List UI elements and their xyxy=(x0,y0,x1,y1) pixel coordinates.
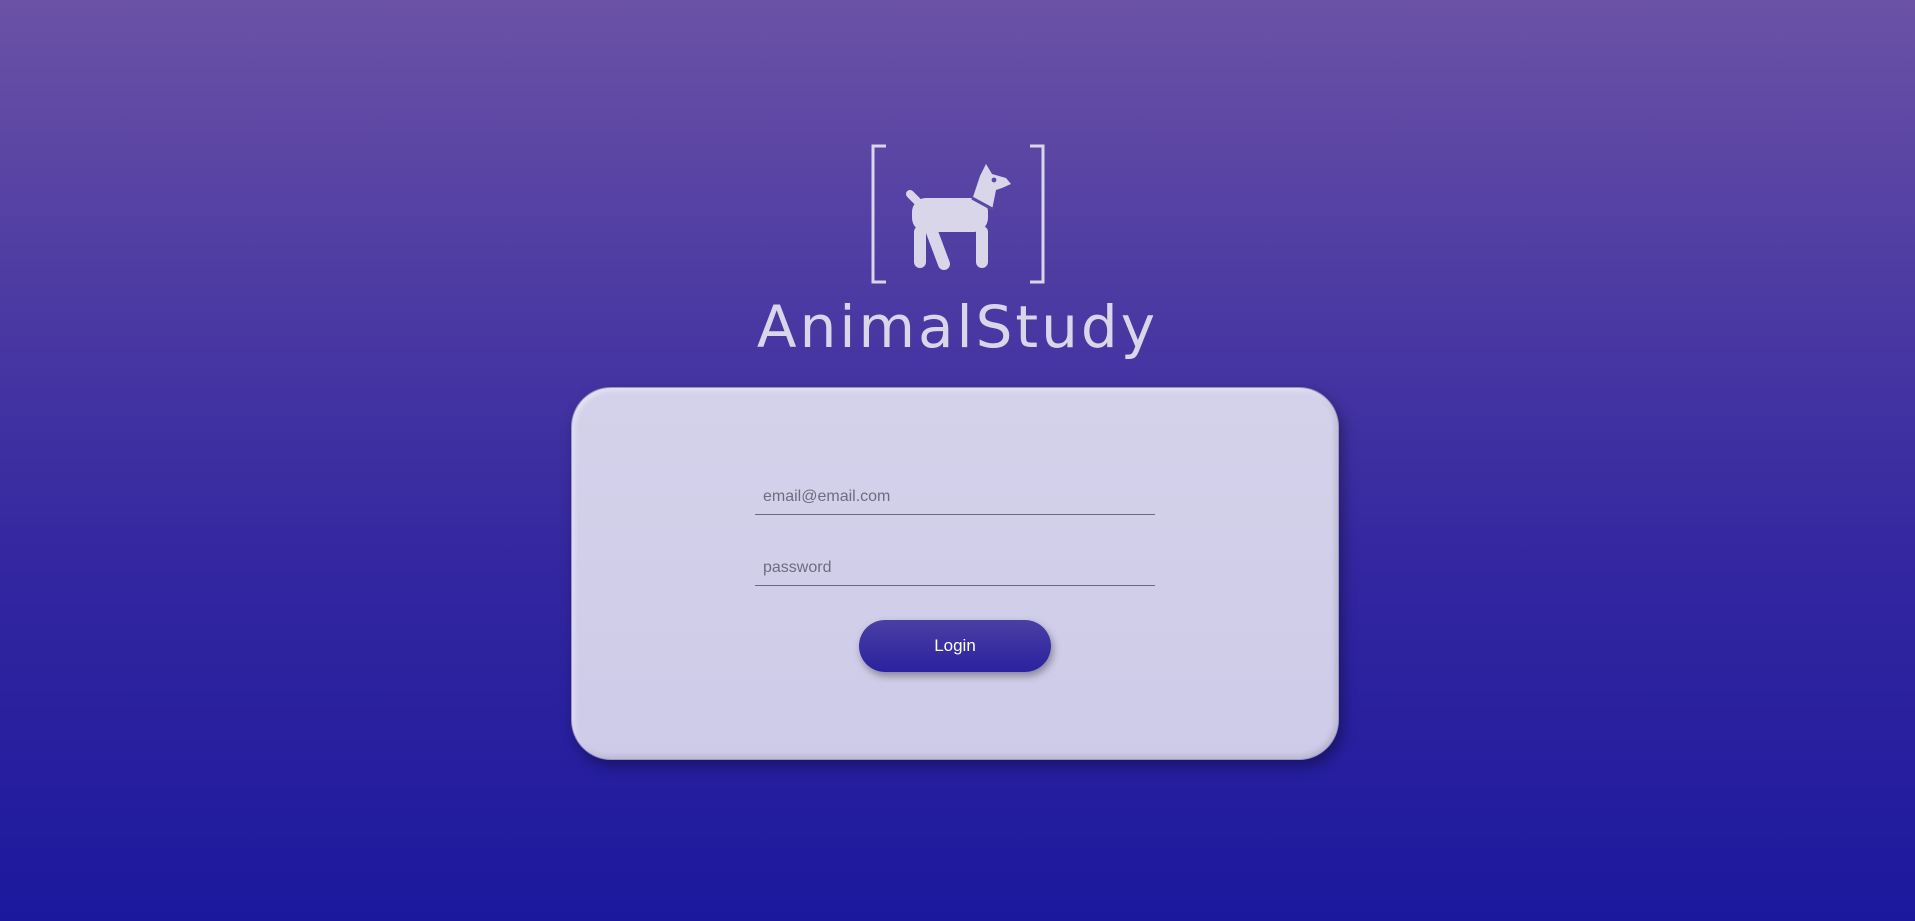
email-field[interactable] xyxy=(755,479,1155,515)
login-card: Login xyxy=(571,387,1339,760)
password-field[interactable] xyxy=(755,550,1155,586)
brand-header: AnimalStudy xyxy=(0,140,1915,362)
login-button[interactable]: Login xyxy=(859,620,1051,672)
dog-icon xyxy=(871,144,1044,284)
brand-title: AnimalStudy xyxy=(756,293,1159,361)
